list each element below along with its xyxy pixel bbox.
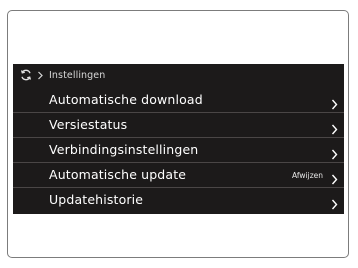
header-bar: Instellingen (13, 64, 344, 86)
chevron-right-icon (331, 120, 338, 135)
menu-item-label: Automatische download (49, 92, 203, 107)
breadcrumb[interactable]: Instellingen (49, 70, 105, 81)
menu-item-versiestatus[interactable]: Versiestatus (13, 113, 344, 138)
chevron-right-icon (331, 145, 338, 160)
settings-screen: Instellingen Automatische download Versi… (13, 64, 344, 214)
menu-item-label: Versiestatus (49, 117, 128, 132)
chevron-right-icon (331, 195, 338, 210)
chevron-right-icon (331, 95, 338, 110)
menu-item-verbindingsinstellingen[interactable]: Verbindingsinstellingen (13, 138, 344, 163)
menu-item-label: Updatehistorie (49, 192, 144, 207)
menu-item-automatische-download[interactable]: Automatische download (13, 88, 344, 113)
menu-item-updatehistorie[interactable]: Updatehistorie (13, 188, 344, 213)
menu-item-label: Automatische update (49, 167, 187, 182)
settings-list: Automatische download Versiestatus Verbi… (13, 88, 344, 213)
menu-item-label: Verbindingsinstellingen (49, 142, 199, 157)
chevron-right-icon (331, 170, 338, 185)
sync-icon[interactable] (20, 69, 32, 81)
chevron-right-icon (37, 71, 44, 80)
menu-item-automatische-update[interactable]: Automatische update Afwijzen (13, 163, 344, 188)
menu-item-value: Afwijzen (292, 171, 323, 180)
